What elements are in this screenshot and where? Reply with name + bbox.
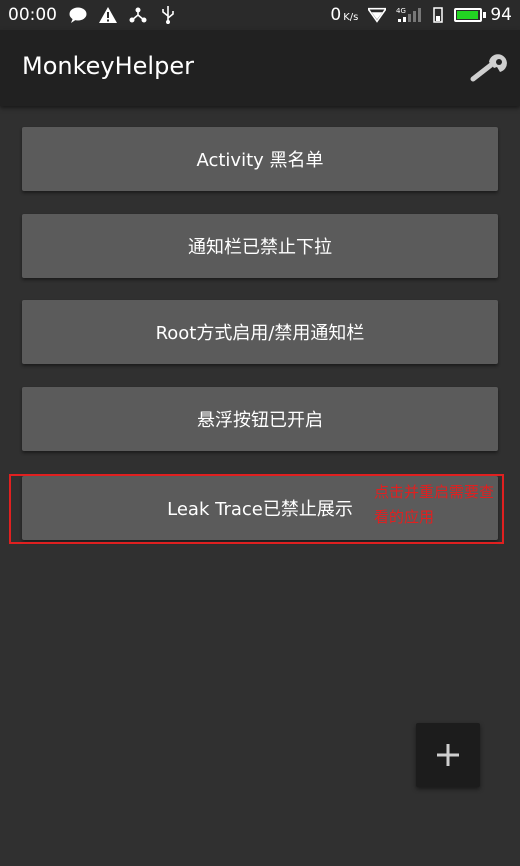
net-speed-unit: K/s [343, 12, 359, 23]
status-bar: 00:00 0 K/s 4G 94 [0, 0, 520, 30]
annotation-text: 点击并重启需要查看的应用 [374, 483, 495, 526]
app-title: MonkeyHelper [22, 52, 194, 80]
app-bar: MonkeyHelper [0, 30, 520, 106]
battery-icon [454, 8, 483, 22]
notification-pulldown-button[interactable]: 通知栏已禁止下拉 [22, 214, 498, 278]
battery-fill [457, 11, 478, 19]
add-button[interactable] [416, 723, 480, 787]
chat-bubble-icon [69, 6, 87, 24]
status-bar-left: 00:00 [0, 5, 177, 25]
net-speed-value: 0 [330, 5, 342, 25]
root-notification-toggle-button[interactable]: Root方式启用/禁用通知栏 [22, 300, 498, 364]
share-icon [129, 6, 147, 24]
wifi-icon [368, 6, 387, 24]
battery-tip [483, 12, 487, 18]
sim-icon [432, 6, 444, 24]
activity-blacklist-button[interactable]: Activity 黑名单 [22, 127, 498, 191]
network-type-label: 4G [396, 7, 406, 15]
battery-level: 94 [490, 5, 512, 25]
status-time: 00:00 [8, 5, 57, 25]
usb-icon [159, 6, 177, 24]
warning-icon [99, 6, 117, 24]
floating-button-toggle[interactable]: 悬浮按钮已开启 [22, 387, 498, 451]
signal-icon: 4G [396, 6, 422, 24]
wrench-icon[interactable] [468, 50, 508, 86]
battery-indicator: 94 [454, 5, 512, 25]
plus-icon [437, 744, 459, 766]
status-bar-right: 0 K/s 4G 94 [330, 5, 520, 25]
net-speed: 0 K/s [330, 5, 358, 25]
